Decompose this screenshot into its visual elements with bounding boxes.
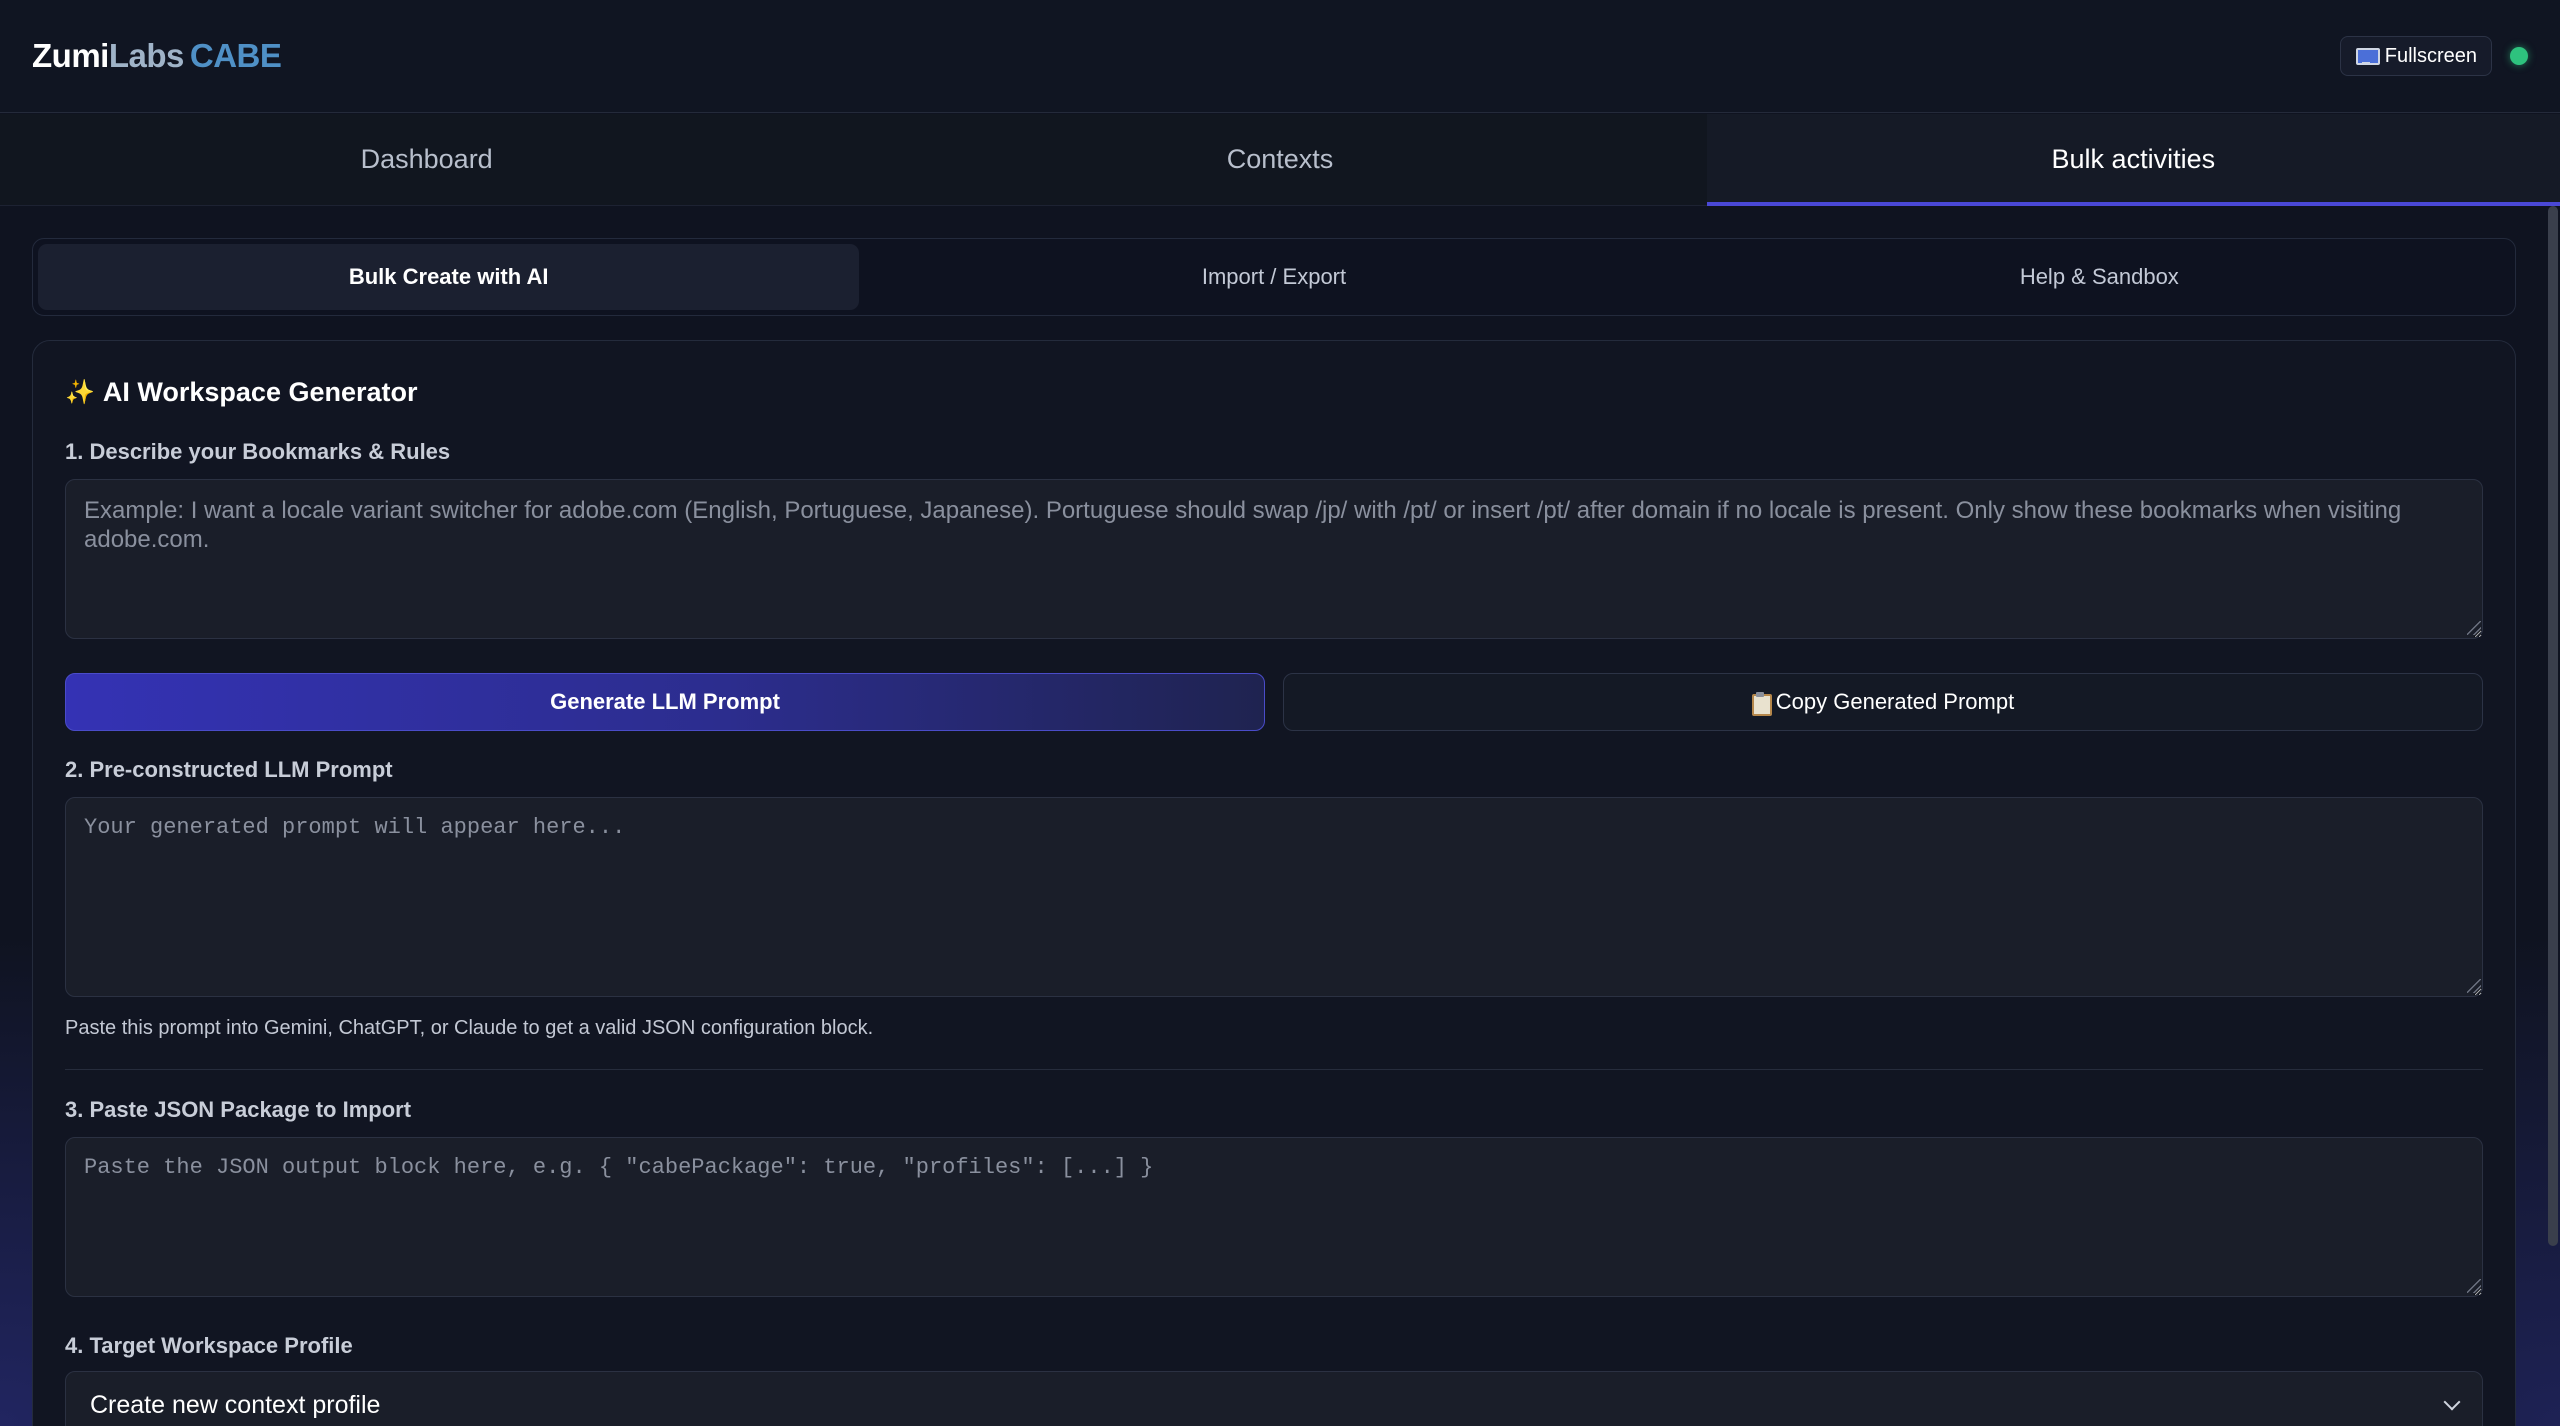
subtab-help-sandbox[interactable]: Help & Sandbox [1689, 244, 2510, 310]
tab-dashboard[interactable]: Dashboard [0, 114, 853, 205]
target-profile-select[interactable]: Create new context profile [65, 1371, 2483, 1426]
step4-label: 4. Target Workspace Profile [65, 1333, 353, 1358]
tab-contexts[interactable]: Contexts [853, 114, 1706, 205]
step3-label: 3. Paste JSON Package to Import [65, 1097, 412, 1122]
brand-logo: ZumiLabs CABE [32, 37, 282, 75]
subtab-import-export[interactable]: Import / Export [863, 244, 1684, 310]
page-scrollbar[interactable] [2546, 206, 2560, 1426]
card-title-text: AI Workspace Generator [102, 377, 418, 407]
copy-generated-prompt-button[interactable]: Copy Generated Prompt [1283, 673, 2483, 731]
app-root: ZumiLabs CABE Fullscreen Dashboard Contex… [0, 0, 2560, 1426]
card-title: ✨ AI Workspace Generator [65, 377, 418, 408]
brand-part-cabe: CABE [189, 37, 282, 74]
target-profile-selected: Create new context profile [90, 1390, 381, 1419]
chevron-down-icon [2443, 1393, 2461, 1411]
tab-bulk-activities[interactable]: Bulk activities [1706, 114, 2560, 206]
top-header: ZumiLabs CABE Fullscreen [0, 0, 2560, 113]
sub-tab-bar: Bulk Create with AI Import / Export Help… [32, 238, 2516, 316]
generate-llm-prompt-button[interactable]: Generate LLM Prompt [65, 673, 1265, 731]
subtab-bulk-create-ai[interactable]: Bulk Create with AI [38, 244, 860, 310]
copy-button-label: Copy Generated Prompt [1775, 689, 2015, 714]
ai-workspace-generator-card: ✨ AI Workspace Generator 1. Describe you… [32, 340, 2516, 1426]
scrollbar-thumb[interactable] [2548, 206, 2558, 1246]
section-divider [65, 1069, 2483, 1070]
json-package-input[interactable] [65, 1137, 2483, 1297]
brand-part-labs: Labs [108, 37, 185, 74]
main-tab-bar: Dashboard Contexts Bulk activities [0, 114, 2560, 206]
fullscreen-button[interactable]: Fullscreen [2339, 36, 2492, 76]
step2-helper-text: Paste this prompt into Gemini, ChatGPT, … [65, 1017, 874, 1039]
resize-handle-icon[interactable] [2467, 621, 2481, 635]
resize-handle-icon[interactable] [2467, 979, 2481, 993]
llm-prompt-output[interactable] [65, 797, 2483, 997]
connection-status-dot [2510, 47, 2528, 65]
resize-handle-icon[interactable] [2467, 1279, 2481, 1293]
clipboard-icon [1751, 692, 1772, 716]
fullscreen-label: Fullscreen [2384, 44, 2477, 67]
header-actions: Fullscreen [2339, 36, 2528, 76]
step1-label: 1. Describe your Bookmarks & Rules [65, 439, 451, 464]
bookmarks-description-input[interactable] [65, 479, 2483, 639]
step2-label: 2. Pre-constructed LLM Prompt [65, 757, 393, 782]
monitor-icon [2355, 47, 2380, 65]
brand-part-zumi: Zumi [32, 37, 109, 74]
sparkle-icon: ✨ [65, 379, 95, 406]
